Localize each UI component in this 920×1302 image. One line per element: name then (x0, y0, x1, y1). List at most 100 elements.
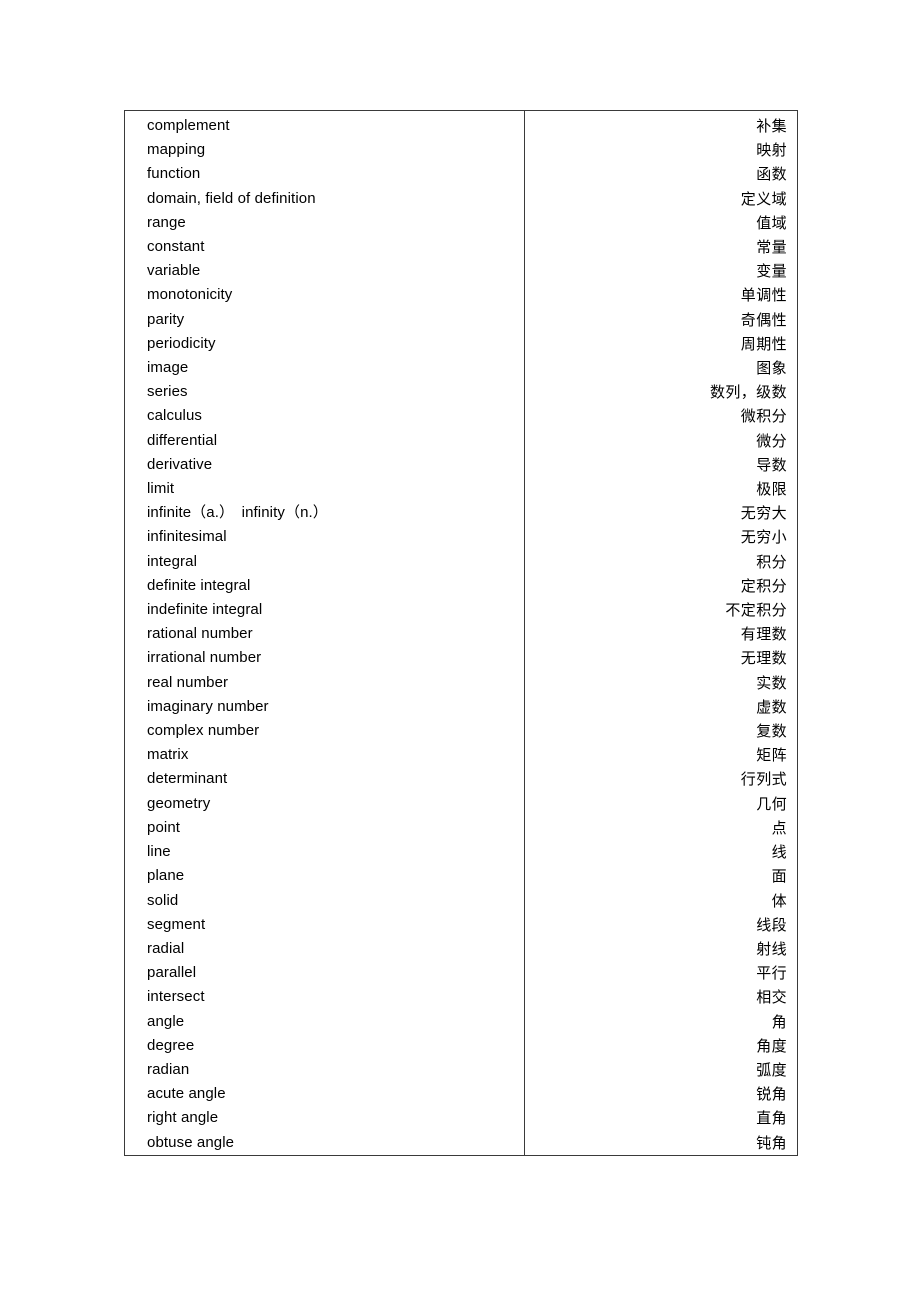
glossary-term-chinese: 奇偶性 (525, 308, 798, 332)
glossary-term-english: angle (124, 1009, 525, 1034)
glossary-term-chinese-text: 实数 (756, 673, 787, 692)
glossary-term-chinese-text: 平行 (756, 964, 787, 983)
glossary-term-chinese-text: 行列式 (740, 770, 787, 789)
glossary-term-chinese-text: 矩阵 (756, 746, 787, 765)
glossary-term-english: monotonicity (124, 283, 525, 308)
glossary-term-chinese: 实数 (525, 671, 798, 695)
glossary-term-english: indefinite integral (124, 598, 525, 623)
glossary-term-chinese-text: 点 (771, 818, 787, 837)
table-row: geometry 几何 (124, 791, 798, 816)
glossary-term-chinese: 积分 (525, 550, 798, 574)
table-row: segment 线段 (124, 912, 798, 937)
glossary-term-chinese: 线 (525, 840, 798, 864)
table-row: derivative 导数 (124, 452, 798, 478)
glossary-term-chinese-text: 不定积分 (725, 601, 787, 620)
glossary-term-chinese: 直角 (525, 1106, 798, 1130)
table-row: variable 变量 (124, 259, 798, 284)
glossary-term-chinese-text: 线 (771, 843, 787, 862)
table-row: acute angle 锐角 (124, 1082, 798, 1107)
glossary-term-english: degree (124, 1033, 525, 1058)
table-row: indefinite integral 不定积分 (124, 598, 798, 623)
glossary-term-chinese: 图象 (525, 356, 798, 380)
glossary-term-english: radian (124, 1057, 525, 1083)
glossary-term-english: parity (124, 307, 525, 332)
table-row: complement 补集 (124, 110, 798, 139)
glossary-term-chinese: 复数 (525, 719, 798, 743)
glossary-term-english: series (124, 380, 525, 405)
glossary-term-chinese-text: 虚数 (756, 697, 787, 716)
glossary-term-chinese-text: 无理数 (740, 649, 787, 668)
glossary-term-chinese-text: 直角 (756, 1109, 787, 1128)
glossary-term-chinese-text: 定义域 (740, 189, 787, 208)
glossary-term-chinese: 无穷大 (525, 501, 798, 525)
glossary-term-english: geometry (124, 791, 525, 816)
glossary-term-chinese: 微积分 (525, 404, 798, 428)
glossary-term-chinese-text: 几何 (756, 794, 787, 813)
glossary-term-chinese: 无穷小 (525, 525, 798, 549)
table-row: infinite（a.） infinity（n.） 无穷大 (124, 501, 798, 526)
glossary-term-english: definite integral (124, 573, 525, 599)
glossary-term-english: complement (124, 110, 525, 139)
glossary-term-chinese-text: 常量 (756, 238, 787, 257)
glossary-term-english: mapping (124, 138, 525, 163)
glossary-term-english: image (124, 356, 525, 381)
glossary-term-chinese: 变量 (525, 259, 798, 283)
glossary-term-chinese-text: 角度 (756, 1036, 787, 1055)
table-row: constant 常量 (124, 235, 798, 260)
glossary-term-chinese-text: 值域 (756, 213, 787, 232)
glossary-term-english: line (124, 840, 525, 865)
table-row: definite integral 定积分 (124, 573, 798, 599)
glossary-term-chinese-text: 导数 (756, 455, 787, 474)
glossary-term-chinese: 锐角 (525, 1082, 798, 1106)
glossary-term-chinese: 点 (525, 816, 798, 840)
glossary-term-chinese-text: 函数 (756, 165, 787, 184)
glossary-term-chinese: 无理数 (525, 646, 798, 670)
glossary-term-chinese-text: 奇偶性 (740, 310, 787, 329)
glossary-term-chinese-text: 定积分 (740, 576, 787, 595)
glossary-term-chinese: 行列式 (525, 767, 798, 791)
table-row: mapping 映射 (124, 138, 798, 163)
table-row: series 数列，级数 (124, 380, 798, 405)
glossary-term-chinese-text: 周期性 (740, 334, 787, 353)
glossary-term-chinese: 线段 (525, 913, 798, 937)
table-row: differential 微分 (124, 428, 798, 453)
glossary-term-chinese: 周期性 (525, 332, 798, 356)
table-row: monotonicity 单调性 (124, 283, 798, 308)
table-row: range 值域 (124, 210, 798, 236)
glossary-term-chinese-text: 数列，级数 (709, 383, 787, 402)
glossary-term-english: domain, field of definition (124, 186, 525, 211)
table-row: plane 面 (124, 864, 798, 889)
table-row: imaginary number 虚数 (124, 694, 798, 720)
glossary-term-chinese: 平行 (525, 961, 798, 985)
glossary-term-chinese-text: 钝角 (756, 1133, 787, 1152)
glossary-term-english: infinite（a.） infinity（n.） (124, 501, 525, 526)
glossary-term-chinese: 数列，级数 (525, 380, 798, 404)
glossary-term-chinese: 值域 (525, 211, 798, 235)
table-row: angle 角 (124, 1009, 798, 1034)
glossary-term-chinese: 极限 (525, 477, 798, 501)
table-row: function 函数 (124, 162, 798, 187)
table-row: domain, field of definition 定义域 (124, 186, 798, 211)
glossary-term-english: matrix (124, 743, 525, 768)
glossary-term-english: point (124, 815, 525, 841)
table-row: parallel 平行 (124, 961, 798, 986)
glossary-term-chinese: 定义域 (525, 187, 798, 211)
glossary-term-chinese: 钝角 (525, 1131, 798, 1156)
glossary-term-chinese: 不定积分 (525, 598, 798, 622)
glossary-term-chinese: 射线 (525, 937, 798, 961)
table-row: radial 射线 (124, 936, 798, 962)
glossary-term-english: limit (124, 477, 525, 502)
table-row: radian 弧度 (124, 1057, 798, 1083)
glossary-term-chinese: 单调性 (525, 283, 798, 307)
glossary-term-chinese: 有理数 (525, 622, 798, 646)
table-row: line 线 (124, 840, 798, 865)
table-row: integral 积分 (124, 549, 798, 574)
glossary-term-chinese-text: 角 (771, 1012, 787, 1031)
glossary-term-english: right angle (124, 1106, 525, 1131)
glossary-term-chinese-text: 微分 (756, 431, 787, 450)
table-row: solid 体 (124, 888, 798, 913)
table-row: limit 极限 (124, 477, 798, 502)
glossary-term-english: calculus (124, 404, 525, 429)
glossary-term-english: integral (124, 549, 525, 574)
glossary-term-english: acute angle (124, 1082, 525, 1107)
